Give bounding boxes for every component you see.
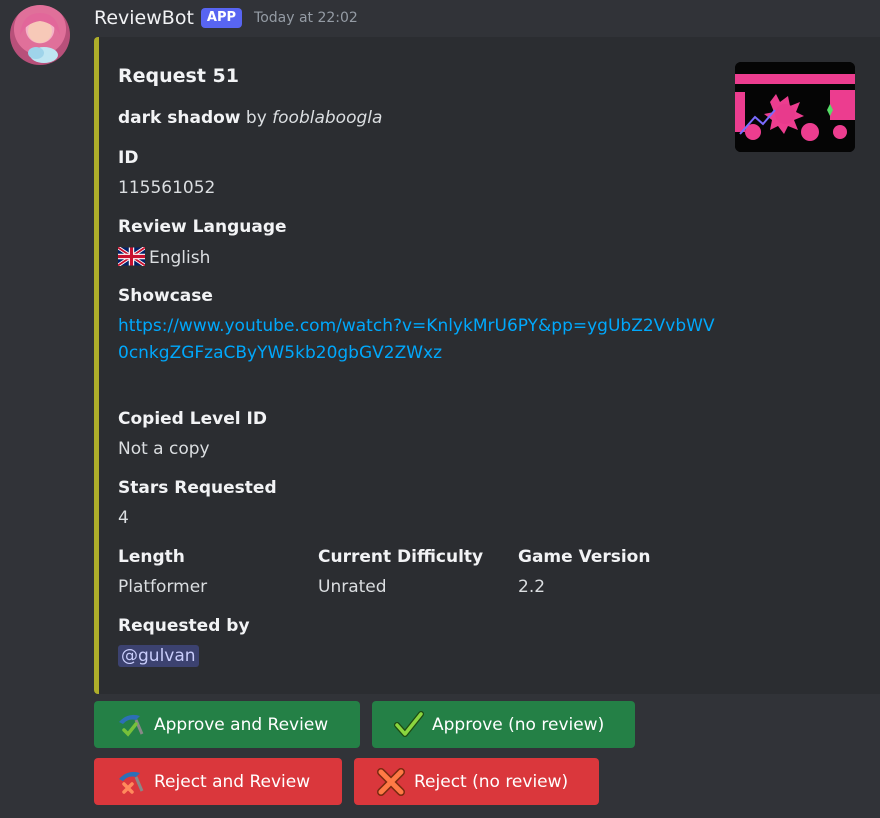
- timestamp[interactable]: Today at 22:02: [254, 10, 358, 26]
- showcase-link[interactable]: https://www.youtube.com/watch?v=KnlykMrU…: [118, 313, 718, 367]
- by-word: by: [245, 108, 267, 128]
- bot-avatar[interactable]: [10, 5, 70, 65]
- field-name-requested-by: Requested by: [118, 616, 250, 636]
- level-thumbnail[interactable]: [735, 62, 855, 152]
- field-name-id: ID: [118, 148, 139, 168]
- app-badge: APP: [200, 8, 243, 28]
- button-label: Approve (no review): [432, 714, 605, 735]
- field-value-current-difficulty: Unrated: [318, 577, 387, 597]
- button-label: Reject (no review): [414, 771, 569, 792]
- field-name-showcase: Showcase: [118, 286, 213, 306]
- field-name-copied-level-id: Copied Level ID: [118, 409, 267, 429]
- button-label: Reject and Review: [154, 771, 311, 792]
- request-embed: Request 51 dark shadow by fooblaboogla I…: [94, 37, 880, 694]
- field-value-copied-level-id: Not a copy: [118, 439, 210, 459]
- field-value-stars-requested: 4: [118, 508, 129, 528]
- user-mention[interactable]: @gulvan: [118, 645, 199, 667]
- approve-no-review-button[interactable]: Approve (no review): [372, 701, 635, 748]
- field-value-game-version: 2.2: [518, 577, 546, 597]
- level-author: fooblaboogla: [272, 108, 383, 128]
- check-pencil-icon: [116, 710, 146, 740]
- button-label: Approve and Review: [154, 714, 329, 735]
- approve-and-review-button[interactable]: Approve and Review: [94, 701, 360, 748]
- field-name-review-language: Review Language: [118, 217, 287, 237]
- field-name-length: Length: [118, 547, 185, 567]
- language-text: English: [149, 248, 211, 268]
- x-pencil-icon: [116, 767, 146, 797]
- field-value-id: 115561052: [118, 178, 216, 198]
- level-name: dark shadow: [118, 108, 241, 128]
- username[interactable]: ReviewBot: [94, 7, 194, 29]
- field-name-game-version: Game Version: [518, 547, 651, 567]
- embed-title: Request 51: [118, 65, 239, 87]
- uk-flag-icon: [117, 246, 146, 271]
- reject-and-review-button[interactable]: Reject and Review: [94, 758, 342, 805]
- checkmark-icon: [394, 710, 424, 740]
- field-value-review-language: English: [117, 246, 211, 271]
- field-value-length: Platformer: [118, 577, 208, 597]
- cross-mark-icon: [376, 767, 406, 797]
- embed-description: dark shadow by fooblaboogla: [118, 108, 382, 128]
- reject-no-review-button[interactable]: Reject (no review): [354, 758, 599, 805]
- field-name-stars-requested: Stars Requested: [118, 478, 277, 498]
- field-value-requested-by: @gulvan: [118, 645, 199, 667]
- message-header: ReviewBot APP Today at 22:02: [94, 3, 358, 33]
- field-name-current-difficulty: Current Difficulty: [318, 547, 484, 567]
